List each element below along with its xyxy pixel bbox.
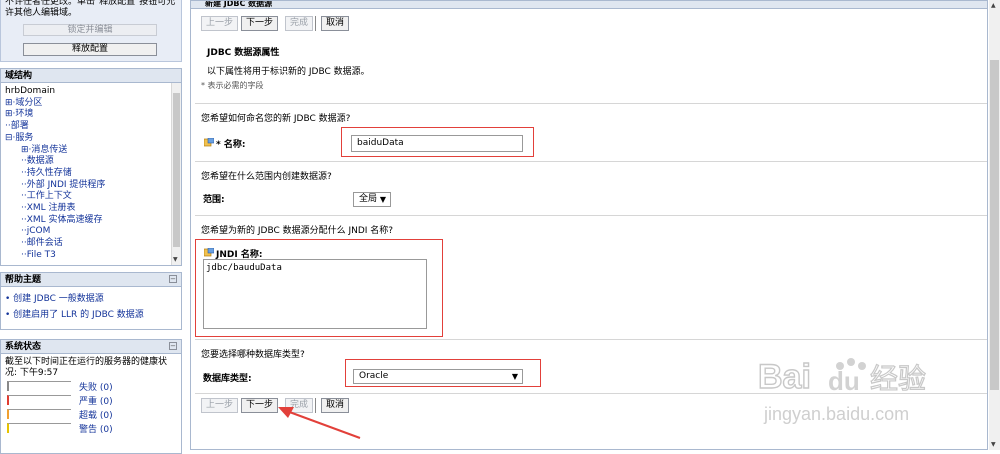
next-button[interactable]: 下一步	[241, 16, 279, 31]
annotation-box	[195, 239, 443, 337]
help-list: • 创建 JDBC 一般数据源 • 创建启用了 LLR 的 JDBC 数据源	[1, 287, 181, 323]
scroll-down-icon[interactable]: ▼	[991, 441, 996, 448]
annotation-arrow	[278, 407, 361, 439]
tree-item[interactable]: ··持久性存储	[21, 168, 72, 178]
question-scope: 您希望在什么范围内创建数据源?	[201, 172, 332, 182]
status-row: 超载 (0)	[1, 407, 181, 421]
scope-select[interactable]: 全局 ▼	[353, 192, 391, 207]
status-bar	[7, 409, 71, 419]
help-link-text[interactable]: 创建 JDBC 一般数据源	[13, 294, 104, 304]
watermark-brand: Bai	[758, 358, 811, 396]
status-label[interactable]: 警告 (0)	[79, 422, 113, 435]
status-row: 警告 (0)	[1, 421, 181, 435]
tree-scrollbar[interactable]: ▼	[171, 83, 181, 265]
status-bar	[7, 423, 71, 433]
collapse-icon[interactable]: −	[169, 342, 177, 350]
back-button[interactable]: 上一步	[201, 398, 239, 413]
help-link[interactable]: • 创建 JDBC 一般数据源	[1, 291, 181, 307]
scroll-down-icon[interactable]: ▼	[173, 256, 178, 263]
dbtype-label: 数据库类型:	[203, 374, 252, 384]
tree-item[interactable]: ⊟·服务	[5, 133, 33, 143]
baidu-watermark: Bai du 经验 jingyan.baidu.com	[757, 357, 926, 424]
tree-item[interactable]: ··部署	[5, 121, 29, 131]
page-scroll-thumb[interactable]	[990, 60, 999, 390]
status-label[interactable]: 超载 (0)	[79, 408, 113, 421]
tree-item[interactable]: ⊞·环境	[5, 109, 33, 119]
annotation-box	[345, 359, 541, 387]
domain-structure-title: 域结构	[1, 69, 181, 83]
watermark-brand2: du	[828, 366, 860, 396]
scope-label: 范围:	[203, 195, 225, 205]
page-scrollbar[interactable]: ▲ ▼	[989, 0, 1000, 450]
status-row: 失败 (0)	[1, 379, 181, 393]
domain-structure-panel: 域结构 ▼ hrbDomain ⊞·域分区 ⊞·环境 ··部署 ⊟·服务 ⊞·消息传送 ··…	[0, 68, 182, 266]
question-dbtype: 您要选择哪种数据库类型?	[201, 350, 305, 360]
help-link-text[interactable]: 创建启用了 LLR 的 JDBC 数据源	[13, 310, 144, 320]
system-status-title: 系统状态	[5, 342, 42, 352]
status-label[interactable]: 严重 (0)	[79, 394, 113, 407]
tree-item[interactable]: ··XML 实体高速缓存	[21, 215, 103, 225]
annotation-box	[341, 127, 534, 157]
tree-item[interactable]: ··XML 注册表	[21, 203, 76, 213]
release-configuration-button[interactable]: 释放配置	[23, 43, 157, 56]
system-status-header: 系统状态 −	[1, 340, 181, 354]
tree-item[interactable]: ⊞·消息传送	[21, 145, 67, 155]
button-separator	[315, 16, 316, 31]
domain-tree: ▼ hrbDomain ⊞·域分区 ⊞·环境 ··部署 ⊟·服务 ⊞·消息传送 ··数据源 ·…	[1, 83, 181, 265]
scope-value: 全局	[359, 194, 378, 204]
tree-item[interactable]: ⊞·域分区	[5, 98, 42, 108]
question-jndi: 您希望为新的 JDBC 数据源分配什么 JNDI 名称?	[201, 226, 394, 236]
divider	[195, 161, 987, 162]
scroll-up-icon[interactable]: ▲	[991, 2, 996, 9]
status-row: 严重 (0)	[1, 393, 181, 407]
dropdown-arrow-icon: ▼	[379, 195, 386, 204]
status-bar	[7, 395, 71, 405]
collapse-icon[interactable]: −	[169, 275, 177, 283]
name-label: * 名称:	[216, 140, 246, 150]
system-status-panel: 系统状态 − 截至以下时间正在运行的服务器的健康状况: 下午9:57 失败 (0…	[0, 339, 182, 454]
finish-button[interactable]: 完成	[285, 16, 314, 31]
tree-item[interactable]: hrbDomain	[5, 86, 55, 96]
lock-and-edit-button[interactable]: 锁定并编辑	[23, 24, 157, 36]
tree-item[interactable]: ··jCOM	[21, 226, 50, 236]
field-info-icon	[204, 138, 214, 147]
back-button[interactable]: 上一步	[201, 16, 239, 31]
status-label[interactable]: 失败 (0)	[79, 380, 113, 393]
system-status-desc: 截至以下时间正在运行的服务器的健康状况: 下午9:57	[5, 357, 168, 378]
tree-item[interactable]: ··File T3	[21, 250, 56, 260]
tree-item[interactable]: ··工作上下文	[21, 191, 72, 201]
divider	[195, 339, 987, 340]
wizard-title: 新建 JDBC 数据源	[191, 1, 987, 9]
help-link[interactable]: • 创建启用了 LLR 的 JDBC 数据源	[1, 307, 181, 323]
help-topics-title: 帮助主题	[5, 275, 42, 285]
section-description: 以下属性将用于标识新的 JDBC 数据源。	[207, 67, 370, 77]
paw-icon	[847, 358, 855, 366]
status-bar	[7, 381, 71, 391]
cancel-button[interactable]: 取消	[321, 16, 350, 31]
tree-item[interactable]: ··邮件会话	[21, 238, 63, 248]
required-note: * 表示必需的字段	[201, 81, 264, 90]
help-topics-header: 帮助主题 −	[1, 273, 181, 287]
tree-item[interactable]: ··外部 JNDI 提供程序	[21, 180, 105, 190]
lock-notice: 不许任者任更改。单击"释放配置"按钮可允许其他人编辑域。	[5, 0, 176, 18]
help-topics-panel: 帮助主题 − • 创建 JDBC 一般数据源 • 创建启用了 LLR 的 JDB…	[0, 272, 182, 330]
watermark-url: jingyan.baidu.com	[763, 404, 909, 424]
left-sidebar: 不许任者任更改。单击"释放配置"按钮可允许其他人编辑域。 锁定并编辑 释放配置 …	[0, 0, 182, 454]
divider	[195, 103, 987, 104]
watermark-cn: 经验	[870, 362, 926, 395]
tree-item[interactable]: ··数据源	[21, 156, 54, 166]
question-name: 您希望如何命名您的新 JDBC 数据源?	[201, 114, 351, 124]
section-title: JDBC 数据源属性	[207, 48, 280, 58]
divider	[195, 215, 987, 216]
change-center-panel: 不许任者任更改。单击"释放配置"按钮可允许其他人编辑域。 锁定并编辑 释放配置	[0, 0, 182, 62]
status-list: 失败 (0) 严重 (0) 超载 (0) 警告 (0)	[1, 379, 181, 435]
tree-scroll-thumb[interactable]	[173, 93, 180, 247]
